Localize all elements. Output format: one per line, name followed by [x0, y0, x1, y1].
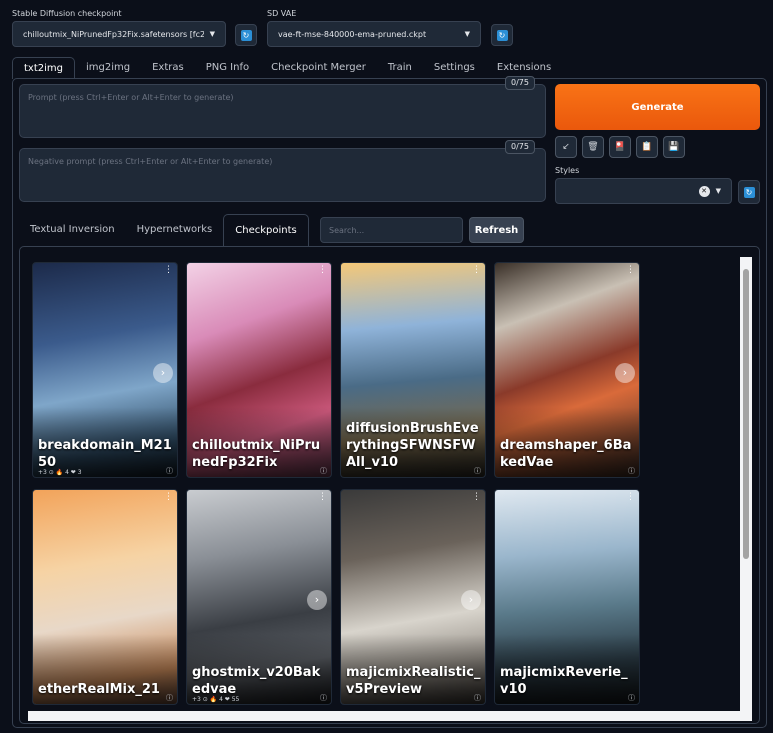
next-image-icon[interactable]: › [153, 363, 173, 383]
info-icon[interactable]: ⓘ [474, 466, 481, 476]
card-name: breakdomain_M2150 [38, 438, 172, 470]
checkpoint-card[interactable]: ⋮ dreamshaper_6BakedVae ⓘ › [494, 262, 640, 478]
checkpoint-card[interactable]: ⋮ chilloutmix_NiPrunedFp32Fix ⓘ [186, 262, 332, 478]
tab-extras[interactable]: Extras [141, 57, 195, 79]
info-icon[interactable]: ⓘ [628, 466, 635, 476]
tab-train[interactable]: Train [377, 57, 423, 79]
main-tabs: txt2img img2img Extras PNG Info Checkpoi… [12, 57, 562, 79]
info-icon[interactable]: ⓘ [166, 693, 173, 703]
refresh-button[interactable]: Refresh [469, 217, 524, 243]
checkpoint-card[interactable]: ⋮ breakdomain_M2150 +3 ⊙ 🔥 4 ❤ 3 ⓘ › [32, 262, 178, 478]
card-name: chilloutmix_NiPrunedFp32Fix [192, 438, 321, 470]
card-menu-icon[interactable]: ⋮ [164, 265, 173, 275]
checkpoint-card[interactable]: ⋮ majicmixReverie_v10 ⓘ [494, 489, 640, 705]
trash-icon[interactable]: 🗑 [582, 136, 604, 158]
styles-label: Styles [555, 166, 580, 175]
checkpoint-dropdown[interactable]: chilloutmix_NiPrunedFp32Fix.safetensors … [12, 21, 226, 47]
checkpoint-label: Stable Diffusion checkpoint [12, 9, 122, 18]
card-menu-icon[interactable]: ⋮ [164, 492, 173, 502]
info-icon[interactable]: ⓘ [628, 693, 635, 703]
card-meta: +3 ⊙ 🔥 4 ❤ 55 [192, 696, 240, 703]
checkpoint-card[interactable]: ⋮ diffusionBrushEverythingSFWNSFWAll_v10 ⓘ [340, 262, 486, 478]
tab-png-info[interactable]: PNG Info [195, 57, 260, 79]
prompt-token-counter: 0/75 [505, 76, 535, 90]
card-menu-icon[interactable]: ⋮ [472, 492, 481, 502]
card-menu-icon[interactable]: ⋮ [626, 265, 635, 275]
clipboard-icon[interactable]: 📋 [636, 136, 658, 158]
prompt-input[interactable]: Prompt (press Ctrl+Enter or Alt+Enter to… [19, 84, 546, 138]
card-name: majicmixRealistic_v5Preview [346, 665, 481, 697]
info-icon[interactable]: ⓘ [320, 466, 327, 476]
extra-networks-tabs: Textual Inversion Hypernetworks Checkpoi… [19, 214, 353, 246]
refresh-icon: ↻ [240, 29, 252, 41]
card-name: etherRealMix_21 [38, 682, 160, 697]
next-image-icon[interactable]: › [615, 363, 635, 383]
extra-networks-icon[interactable]: 🎴 [609, 136, 631, 158]
checkpoint-card[interactable]: ⋮ etherRealMix_21 ⓘ [32, 489, 178, 705]
generate-button[interactable]: Generate [555, 84, 760, 130]
checkpoint-refresh-button[interactable]: ↻ [235, 24, 257, 46]
search-input[interactable]: Search... [320, 217, 463, 243]
card-menu-icon[interactable]: ⋮ [626, 492, 635, 502]
checkpoint-card[interactable]: ⋮ ghostmix_v20Bakedvae +3 ⊙ 🔥 4 ❤ 55 ⓘ › [186, 489, 332, 705]
vae-label: SD VAE [267, 9, 297, 18]
horizontal-scrollbar[interactable] [28, 711, 752, 721]
checkpoint-value: chilloutmix_NiPrunedFp32Fix.safetensors … [23, 29, 204, 39]
card-name: dreamshaper_6BakedVae [500, 438, 632, 470]
next-image-icon[interactable]: › [307, 590, 327, 610]
next-image-icon[interactable]: › [461, 590, 481, 610]
chevron-down-icon: ▼ [715, 187, 721, 195]
vertical-scroll-thumb[interactable] [743, 269, 749, 559]
refresh-icon: ↻ [496, 29, 508, 41]
card-name: majicmixReverie_v10 [500, 665, 628, 697]
tab-img2img[interactable]: img2img [75, 57, 141, 79]
vae-refresh-button[interactable]: ↻ [491, 24, 513, 46]
info-icon[interactable]: ⓘ [320, 693, 327, 703]
tool-buttons: ↙ 🗑 🎴 📋 💾 [555, 136, 685, 158]
negative-prompt-input[interactable]: Negative prompt (press Ctrl+Enter or Alt… [19, 148, 546, 202]
info-icon[interactable]: ⓘ [474, 693, 481, 703]
tab-checkpoint-merger[interactable]: Checkpoint Merger [260, 57, 377, 79]
tab-checkpoints[interactable]: Checkpoints [223, 214, 309, 246]
save-icon[interactable]: 💾 [663, 136, 685, 158]
card-name: ghostmix_v20Bakedvae [192, 665, 321, 697]
styles-dropdown[interactable]: ✕ ▼ [555, 178, 732, 204]
card-menu-icon[interactable]: ⋮ [318, 492, 327, 502]
clear-icon[interactable]: ✕ [698, 185, 710, 197]
styles-refresh-button[interactable]: ↻ [738, 180, 760, 204]
negative-prompt-token-counter: 0/75 [505, 140, 535, 154]
card-name: diffusionBrushEverythingSFWNSFWAll_v10 [346, 421, 479, 470]
vae-value: vae-ft-mse-840000-ema-pruned.ckpt [278, 29, 427, 39]
chevron-down-icon: ▼ [209, 30, 215, 38]
chevron-down-icon: ▼ [464, 30, 470, 38]
vertical-scrollbar[interactable] [740, 257, 752, 713]
tab-txt2img[interactable]: txt2img [12, 57, 75, 79]
card-menu-icon[interactable]: ⋮ [472, 265, 481, 275]
refresh-icon: ↻ [743, 186, 755, 198]
card-meta: +3 ⊙ 🔥 4 ❤ 3 [38, 469, 82, 476]
tab-hypernetworks[interactable]: Hypernetworks [126, 214, 224, 246]
tab-textual-inversion[interactable]: Textual Inversion [19, 214, 126, 246]
vae-dropdown[interactable]: vae-ft-mse-840000-ema-pruned.ckpt ▼ [267, 21, 481, 47]
arrow-icon[interactable]: ↙ [555, 136, 577, 158]
info-icon[interactable]: ⓘ [166, 466, 173, 476]
checkpoint-card[interactable]: ⋮ majicmixRealistic_v5Preview ⓘ › [340, 489, 486, 705]
card-menu-icon[interactable]: ⋮ [318, 265, 327, 275]
tab-settings[interactable]: Settings [423, 57, 486, 79]
